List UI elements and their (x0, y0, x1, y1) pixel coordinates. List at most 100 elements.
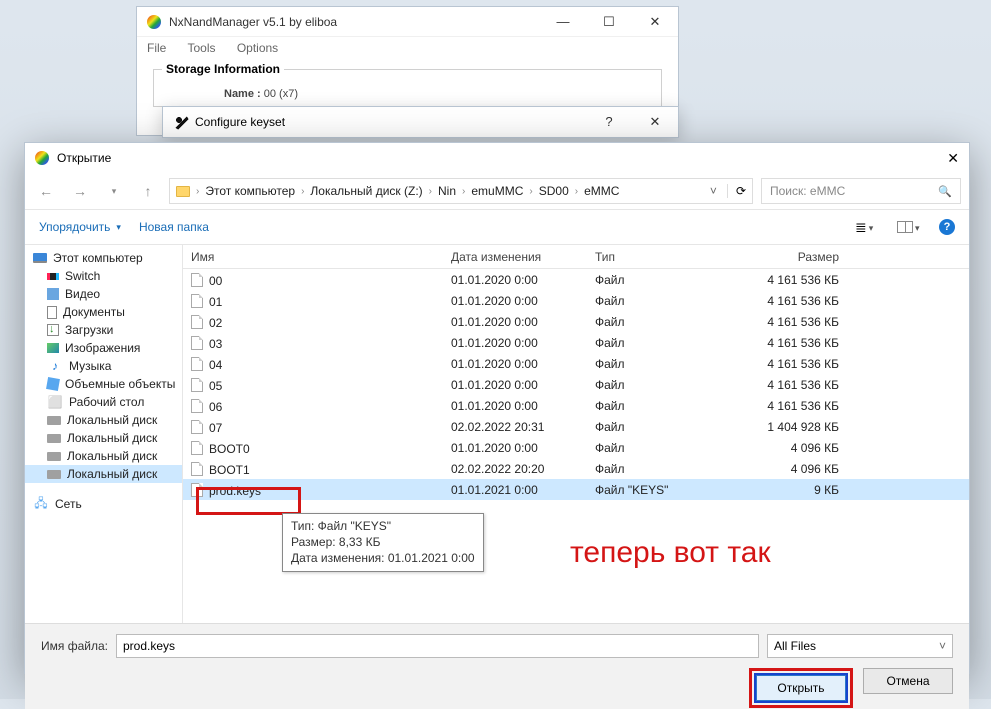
nx-menu-file[interactable]: File (147, 41, 166, 55)
tree-item[interactable]: Локальный диск (25, 429, 182, 447)
drive-icon (47, 470, 61, 479)
open-button[interactable]: Открыть (756, 675, 846, 701)
search-input[interactable]: Поиск: eMMC (761, 178, 961, 204)
file-date: 01.01.2020 0:00 (443, 399, 587, 413)
breadcrumb-item[interactable]: Этот компьютер (205, 184, 295, 198)
help-button[interactable] (586, 114, 632, 130)
tree-item[interactable]: Рабочий стол (25, 393, 182, 411)
group-title: Storage Information (162, 62, 284, 76)
file-name: prod.keys (209, 484, 261, 498)
file-size: 1 404 928 КБ (717, 420, 847, 434)
tree-item[interactable]: Сеть (25, 495, 182, 513)
close-button[interactable] (632, 114, 678, 130)
forward-button[interactable] (67, 179, 93, 203)
file-date: 01.01.2020 0:00 (443, 294, 587, 308)
nx-app-icon (147, 15, 161, 29)
help-icon[interactable]: ? (939, 219, 955, 235)
tree-item[interactable]: Документы (25, 303, 182, 321)
breadcrumb-item[interactable]: Локальный диск (Z:) (310, 184, 422, 198)
file-date: 01.01.2020 0:00 (443, 378, 587, 392)
file-row[interactable]: 0101.01.2020 0:00Файл4 161 536 КБ (183, 290, 969, 311)
close-button[interactable] (632, 14, 678, 30)
file-date: 01.01.2020 0:00 (443, 441, 587, 455)
file-size: 4 161 536 КБ (717, 294, 847, 308)
col-date[interactable]: Дата изменения (443, 250, 587, 264)
tree-item[interactable]: Музыка (25, 357, 182, 375)
preview-pane-button[interactable] (897, 220, 925, 234)
address-dropdown-icon[interactable] (710, 184, 717, 198)
maximize-button[interactable] (586, 14, 632, 30)
file-date: 01.01.2020 0:00 (443, 273, 587, 287)
file-row[interactable]: BOOT102.02.2022 20:20Файл4 096 КБ (183, 458, 969, 479)
new-folder-button[interactable]: Новая папка (139, 220, 209, 234)
breadcrumb-item[interactable]: SD00 (539, 184, 569, 198)
file-row[interactable]: 0001.01.2020 0:00Файл4 161 536 КБ (183, 269, 969, 290)
col-size[interactable]: Размер (717, 250, 847, 264)
file-row[interactable]: prod.keys01.01.2021 0:00Файл "KEYS"9 КБ (183, 479, 969, 500)
tree-item[interactable]: Локальный диск (25, 447, 182, 465)
view-mode-button[interactable] (855, 219, 883, 236)
prop-name-label: Name : (224, 88, 261, 100)
breadcrumb-item[interactable]: eMMC (584, 184, 619, 198)
file-type: Файл "KEYS" (587, 483, 717, 497)
file-type: Файл (587, 357, 717, 371)
file-row[interactable]: 0501.01.2020 0:00Файл4 161 536 КБ (183, 374, 969, 395)
prop-name-value: 00 (x7) (264, 88, 298, 100)
drive-icon (47, 452, 61, 461)
file-icon (191, 273, 203, 287)
sort-button[interactable]: Упорядочить (39, 220, 121, 234)
cancel-button[interactable]: Отмена (863, 668, 953, 694)
file-row[interactable]: 0301.01.2020 0:00Файл4 161 536 КБ (183, 332, 969, 353)
file-row[interactable]: 0201.01.2020 0:00Файл4 161 536 КБ (183, 311, 969, 332)
tree-item[interactable]: Локальный диск (25, 465, 182, 483)
minimize-button[interactable] (540, 14, 586, 30)
up-button[interactable] (135, 179, 161, 203)
breadcrumb-item[interactable]: Nin (438, 184, 456, 198)
dialog-toolbar: Упорядочить Новая папка ? (25, 209, 969, 245)
nx-titlebar: NxNandManager v5.1 by eliboa (137, 7, 678, 37)
tree-item[interactable]: Видео (25, 285, 182, 303)
close-button[interactable] (947, 150, 959, 167)
back-button[interactable] (33, 179, 59, 203)
file-row[interactable]: BOOT001.01.2020 0:00Файл4 096 КБ (183, 437, 969, 458)
file-type: Файл (587, 420, 717, 434)
tree-item[interactable]: Этот компьютер (25, 249, 182, 267)
file-icon (191, 294, 203, 308)
file-size: 4 096 КБ (717, 462, 847, 476)
annotation-text: теперь вот так (570, 536, 771, 570)
tree-item[interactable]: Объемные объекты (25, 375, 182, 393)
navigation-tree[interactable]: Этот компьютер Switch ВидеоДокументыЗагруз… (25, 245, 183, 623)
tree-item[interactable]: Switch (25, 267, 182, 285)
tree-item[interactable]: Загрузки (25, 321, 182, 339)
file-type: Файл (587, 315, 717, 329)
tree-item[interactable]: Локальный диск (25, 411, 182, 429)
tree-item-label: Switch (65, 269, 100, 283)
nx-menubar: File Tools Options (137, 37, 678, 59)
file-size: 4 161 536 КБ (717, 357, 847, 371)
file-row[interactable]: 0601.01.2020 0:00Файл4 161 536 КБ (183, 395, 969, 416)
desk-icon (47, 395, 63, 409)
file-icon (191, 378, 203, 392)
filename-input[interactable] (116, 634, 759, 658)
separator-icon (301, 186, 304, 197)
file-row[interactable]: 0702.02.2022 20:31Файл1 404 928 КБ (183, 416, 969, 437)
film-icon (47, 288, 59, 300)
tree-item[interactable]: Изображения (25, 339, 182, 357)
file-row[interactable]: 0401.01.2020 0:00Файл4 161 536 КБ (183, 353, 969, 374)
col-name[interactable]: Имя (183, 250, 443, 264)
file-icon (191, 420, 203, 434)
file-name: BOOT0 (209, 442, 250, 456)
3d-icon (46, 377, 60, 391)
address-bar[interactable]: Этот компьютер Локальный диск (Z:) Nin e… (169, 178, 753, 204)
nx-menu-options[interactable]: Options (237, 41, 278, 55)
nx-menu-tools[interactable]: Tools (187, 41, 215, 55)
file-date: 01.01.2021 0:00 (443, 483, 587, 497)
col-type[interactable]: Тип (587, 250, 717, 264)
search-icon (938, 184, 952, 198)
history-dropdown[interactable] (101, 182, 127, 201)
file-name: 03 (209, 337, 222, 351)
refresh-icon[interactable] (727, 184, 746, 198)
file-name: 06 (209, 400, 222, 414)
breadcrumb-item[interactable]: emuMMC (471, 184, 523, 198)
file-type-select[interactable]: All Files (767, 634, 953, 658)
